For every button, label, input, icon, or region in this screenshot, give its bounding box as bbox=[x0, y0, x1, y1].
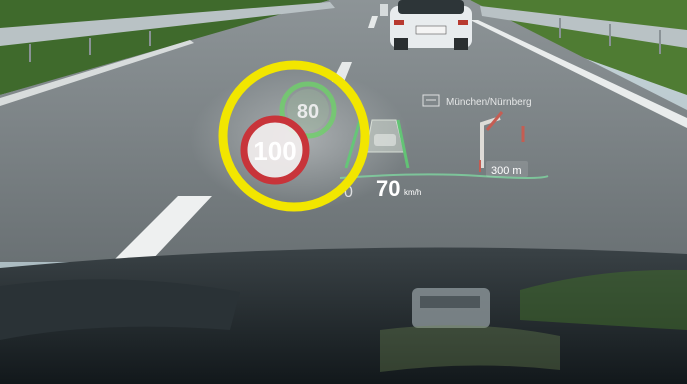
speed-unit-label: km/h bbox=[404, 188, 421, 197]
scene-canvas: 80 100 0 70 km/h München/Nürnberg 300 m bbox=[0, 0, 687, 384]
navigation-distance-label: 300 m bbox=[491, 165, 522, 177]
current-speed-value: 70 bbox=[376, 176, 400, 201]
car-ahead-white bbox=[390, 0, 472, 50]
speed-limit-80-label: 80 bbox=[297, 101, 319, 123]
hood-reflection-car bbox=[412, 288, 490, 328]
hood-reflection-verge bbox=[380, 325, 560, 372]
dashcam-scene: 80 100 0 70 km/h München/Nürnberg 300 m bbox=[0, 0, 687, 384]
speed-limit-100-label: 100 bbox=[253, 136, 296, 166]
speed-limit-100-icon: 100 bbox=[240, 115, 310, 185]
car-far bbox=[380, 4, 388, 16]
navigation-destination-label: München/Nürnberg bbox=[446, 97, 532, 108]
